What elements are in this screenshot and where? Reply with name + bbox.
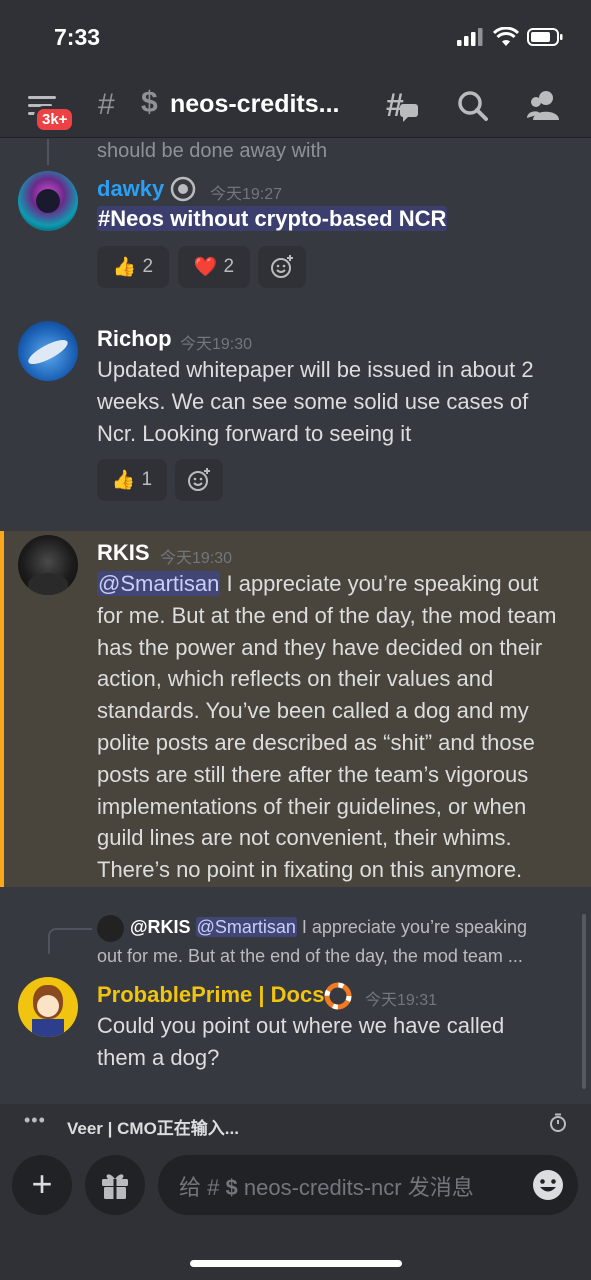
add-reaction-icon xyxy=(188,468,210,491)
text-span: I appreciate you’re speaking out xyxy=(220,571,539,596)
reply-avatar xyxy=(97,915,124,942)
timestamp-richop: 今天19:30 xyxy=(180,336,253,353)
text-line: action, which reflects on their values a… xyxy=(97,666,494,692)
text-line: Updated whitepaper will be issued in abo… xyxy=(97,357,534,382)
username-rkis[interactable]: RKIS xyxy=(97,540,150,566)
hash-icon: # xyxy=(98,88,115,121)
message-text-richop: Updated whitepaper will be issued in abo… xyxy=(97,354,577,449)
message-input[interactable]: 给 # $ neos-credits-ncr 发消息 xyxy=(158,1155,578,1215)
text-line: for me. But at the end of the day, the m… xyxy=(97,602,557,628)
composer: + 给 # $ neos-credits-ncr 发消息 xyxy=(0,1142,591,1280)
members-icon[interactable] xyxy=(526,88,562,124)
add-reaction-button[interactable] xyxy=(175,459,223,501)
reaction-count: 1 xyxy=(141,469,153,490)
lifebuoy-icon xyxy=(324,982,352,1010)
reply-preview[interactable]: @RKIS @Smartisan I appreciate you’re spe… xyxy=(130,917,580,938)
dollar-icon: $ xyxy=(225,1175,238,1200)
home-indicator xyxy=(190,1260,402,1267)
wifi-icon xyxy=(493,27,519,46)
avatar-probableprime[interactable] xyxy=(18,977,78,1037)
avatar-rkis[interactable] xyxy=(18,535,78,595)
typing-text: Veer | CMO正在输入... xyxy=(67,1119,239,1138)
plus-button[interactable]: + xyxy=(12,1155,72,1215)
channel-header: 3k+ # $ neos-credits... # xyxy=(0,76,591,138)
username-probableprime[interactable]: ProbablePrime | Docs xyxy=(97,982,324,1008)
emoji-icon[interactable] xyxy=(531,1168,565,1202)
message-list[interactable]: should be done away with dawky 今天19:27 #… xyxy=(0,139,591,1104)
placeholder-prefix: 给 # xyxy=(179,1175,220,1200)
avatar-dawky[interactable] xyxy=(18,171,78,231)
status-icons xyxy=(457,27,563,47)
reaction-thumbs-up[interactable]: 👍 1 xyxy=(97,459,167,501)
avatar-richop[interactable] xyxy=(18,321,78,381)
channel-link[interactable]: #Neos without crypto-based NCR xyxy=(97,206,448,231)
status-time: 7:33 xyxy=(54,24,101,50)
message-text-dawky: #Neos without crypto-based NCR xyxy=(97,203,577,235)
timestamp-probableprime: 今天19:31 xyxy=(365,992,438,1009)
scrollbar[interactable] xyxy=(582,914,586,1089)
reply-author: @RKIS xyxy=(130,917,191,937)
reply-thread-line xyxy=(47,139,49,165)
add-reaction-icon xyxy=(271,255,293,278)
text-line: @Smartisan I appreciate you’re speaking … xyxy=(97,568,577,600)
username-richop[interactable]: Richop xyxy=(97,326,172,352)
typing-dots-icon: ••• xyxy=(24,1110,46,1130)
timestamp-rkis: 今天19:30 xyxy=(160,550,233,567)
text-line: them a dog? xyxy=(97,1044,220,1070)
truncated-message-text: should be done away with xyxy=(97,140,328,162)
reaction-heart[interactable]: ❤️ 2 xyxy=(178,246,250,288)
text-line: polite posts are described as “shit” and… xyxy=(97,729,535,755)
text-line: has the power and they have decided on t… xyxy=(97,634,543,660)
text-line: There’s no point in fixating on this any… xyxy=(97,857,523,883)
gift-button[interactable] xyxy=(85,1155,145,1215)
role-badge-icon xyxy=(170,176,196,202)
text-line: posts are still there after the team’s v… xyxy=(97,761,529,787)
user-mention[interactable]: @Smartisan xyxy=(97,571,221,596)
status-bar: 7:33 xyxy=(0,0,591,76)
thumbs-up-icon: 👍 xyxy=(111,470,136,491)
search-icon[interactable] xyxy=(455,88,491,124)
message-text-probableprime: Could you point out where we have called… xyxy=(97,1010,577,1074)
username-dawky[interactable]: dawky xyxy=(97,176,164,202)
signal-icon xyxy=(457,28,483,46)
text-line: Could you point out where we have called xyxy=(97,1013,505,1038)
reply-connector xyxy=(48,928,92,954)
message-text-rkis: @Smartisan I appreciate you’re speaking … xyxy=(97,568,577,886)
reaction-count: 2 xyxy=(142,256,154,277)
unread-badge: 3k+ xyxy=(34,106,76,133)
reaction-thumbs-up[interactable]: 👍 2 xyxy=(97,246,169,288)
typing-indicator: ••• Veer | CMO正在输入... xyxy=(0,1104,591,1142)
text-line: implementations of their guidelines, or … xyxy=(97,793,527,819)
text-line: guild lines are not convenient, their wh… xyxy=(97,825,512,851)
slowmode-timer-icon[interactable] xyxy=(549,1113,567,1133)
add-reaction-button[interactable] xyxy=(258,246,306,288)
text-line: standards. You’ve been called a dog and … xyxy=(97,698,529,724)
thumbs-up-icon: 👍 xyxy=(112,257,137,278)
placeholder-channel: neos-credits-ncr 发消息 xyxy=(243,1175,474,1200)
text-line: weeks. We can see some solid use cases o… xyxy=(97,388,529,414)
timestamp-dawky: 今天19:27 xyxy=(210,186,283,203)
plus-icon: + xyxy=(31,1163,53,1204)
gift-icon xyxy=(102,1174,128,1199)
reaction-count: 2 xyxy=(223,256,235,277)
dollar-icon: $ xyxy=(141,86,158,119)
text-line: Ncr. Looking forward to seeing it xyxy=(97,420,412,446)
reply-text: I appreciate you’re speaking xyxy=(296,917,528,937)
reply-preview-line2[interactable]: out for me. But at the end of the day, t… xyxy=(97,946,577,967)
channel-title[interactable]: neos-credits... xyxy=(170,90,340,119)
heart-icon: ❤️ xyxy=(193,257,218,278)
threads-icon[interactable]: # xyxy=(384,88,420,124)
battery-icon xyxy=(527,28,563,46)
input-placeholder: 给 # $ neos-credits-ncr 发消息 xyxy=(179,1170,474,1202)
reply-mention: @Smartisan xyxy=(195,917,297,937)
